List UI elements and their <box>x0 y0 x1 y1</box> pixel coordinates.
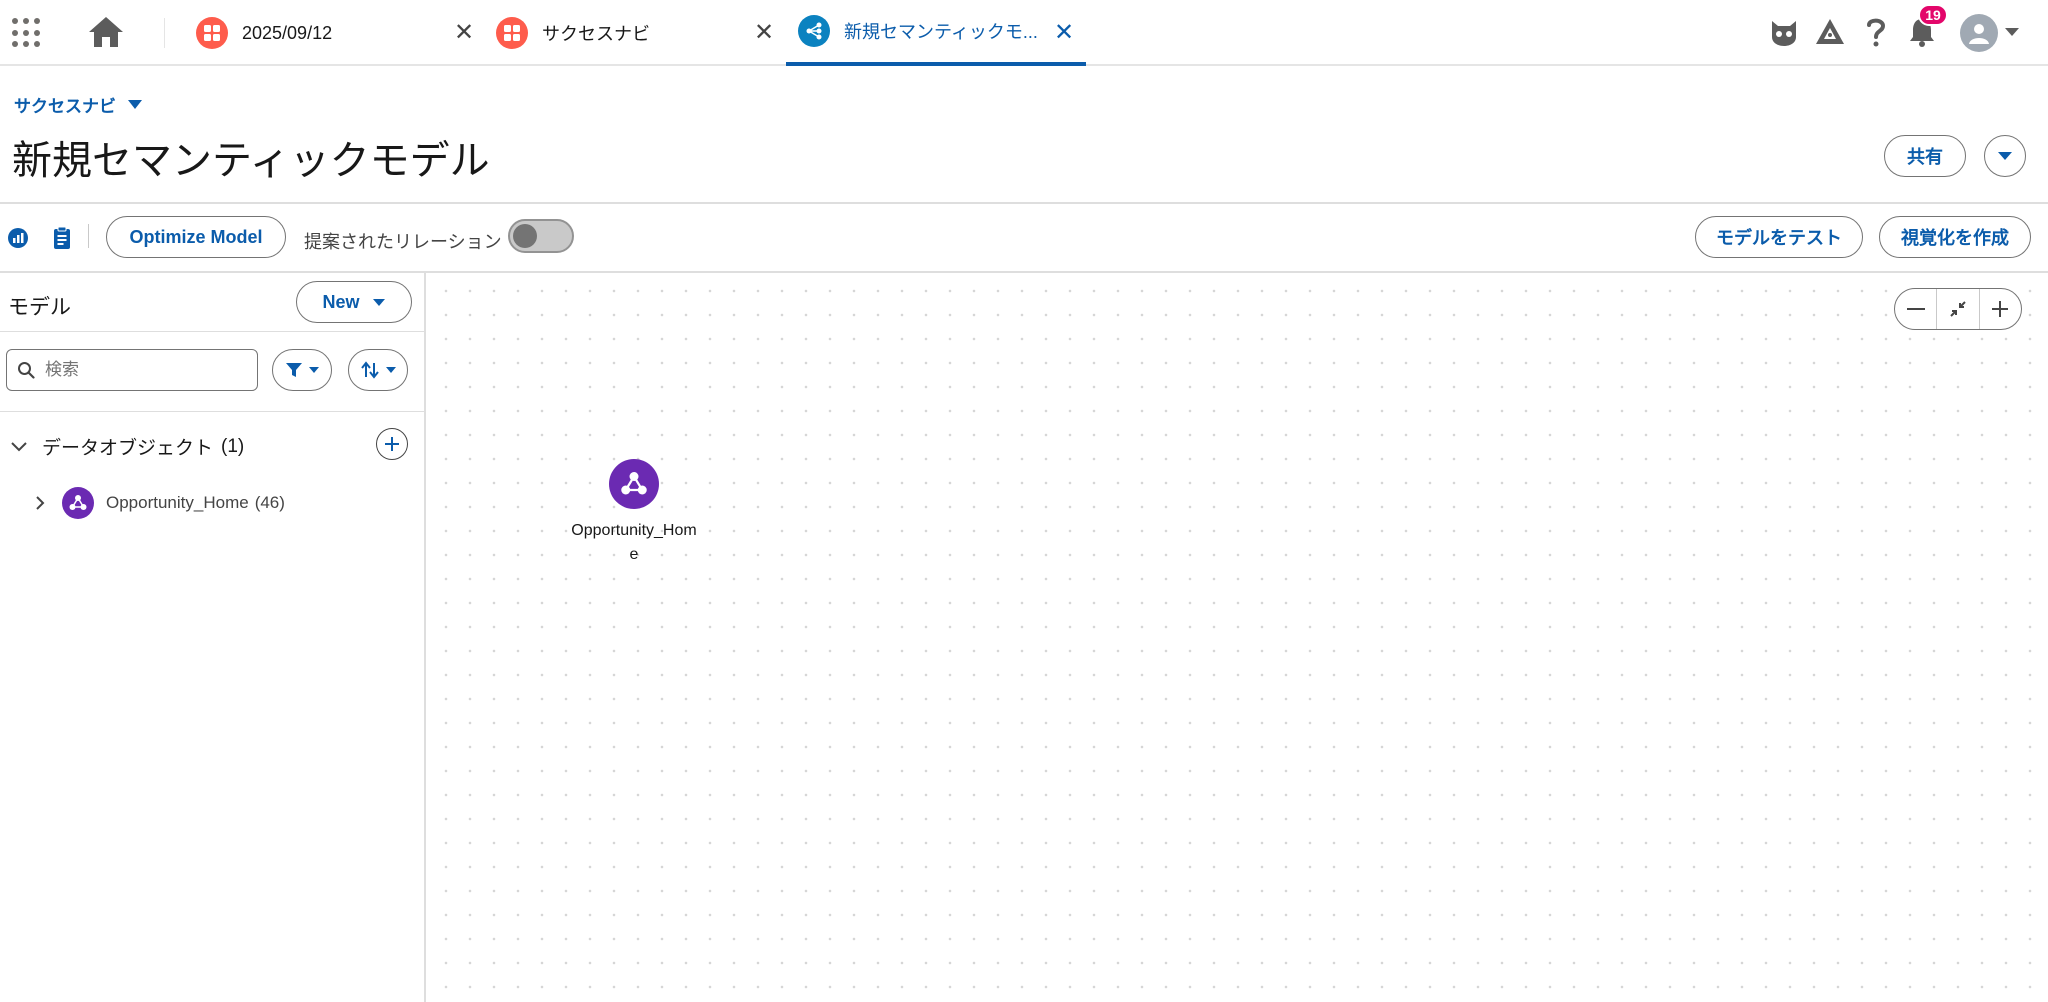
semantic-model-icon <box>798 15 830 47</box>
header-divider <box>0 202 2048 204</box>
section-label: データオブジェクト <box>42 438 214 459</box>
search-icon <box>18 362 35 379</box>
model-panel: モデル New データオブジェクト (1) Opportunity_Home (… <box>0 273 426 1002</box>
zoom-in-button[interactable] <box>1980 289 2021 329</box>
caret-down-icon <box>309 367 319 373</box>
help-icon[interactable] <box>1858 14 1894 50</box>
model-canvas[interactable]: Opportunity_Home <box>428 273 2048 1002</box>
more-actions-button[interactable] <box>1984 135 2026 177</box>
tree-item-opportunity-home[interactable]: Opportunity_Home (46) <box>34 487 285 519</box>
new-button-label: New <box>322 291 360 312</box>
tab-divider <box>164 18 165 48</box>
caret-down-icon <box>1998 152 2012 160</box>
suggested-relations-label: 提案されたリレーション <box>304 232 502 252</box>
toggle-knob <box>513 224 537 248</box>
home-icon[interactable] <box>86 14 126 50</box>
close-icon[interactable]: ✕ <box>1054 18 1074 47</box>
tab-success-navi[interactable]: サクセスナビ ✕ <box>496 0 780 66</box>
filter-icon <box>286 363 302 377</box>
data-objects-section-header[interactable]: データオブジェクト (1) <box>10 433 244 460</box>
fit-to-view-button[interactable] <box>1937 289 1980 329</box>
caret-down-icon <box>386 367 396 373</box>
agent-icon[interactable] <box>1766 14 1802 50</box>
toolbar-divider <box>88 224 89 248</box>
search-field[interactable] <box>6 349 258 391</box>
tab-label: 新規セマンティックモ... <box>844 22 1038 42</box>
close-icon[interactable]: ✕ <box>754 18 774 47</box>
create-visualization-button[interactable]: 視覚化を作成 <box>1879 216 2031 258</box>
share-button[interactable]: 共有 <box>1884 135 1966 177</box>
page-title: 新規セマンティックモデル <box>12 138 490 184</box>
sort-button[interactable] <box>348 349 408 391</box>
zoom-out-button[interactable] <box>1895 289 1938 329</box>
panel-divider <box>0 411 426 412</box>
plus-icon <box>385 437 399 451</box>
clipboard-icon[interactable] <box>50 226 74 250</box>
panel-title: モデル <box>8 296 71 319</box>
app-launcher-icon[interactable] <box>10 16 44 50</box>
notification-badge: 19 <box>1918 4 1948 26</box>
panel-divider <box>0 331 426 332</box>
chevron-right-icon[interactable] <box>34 494 46 512</box>
plus-icon <box>1992 301 2009 317</box>
close-icon[interactable]: ✕ <box>454 18 474 47</box>
tab-label: 2025/09/12 <box>242 22 333 43</box>
add-data-object-button[interactable] <box>376 428 408 460</box>
minus-icon <box>1906 308 1925 310</box>
data-object-icon <box>609 459 659 509</box>
dashboard-icon <box>496 17 528 49</box>
chart-icon[interactable] <box>6 226 30 250</box>
tree-item-count: (46) <box>254 493 285 512</box>
tab-semantic-model[interactable]: 新規セマンティックモ... ✕ <box>786 0 1086 66</box>
tree-item-label: Opportunity_Home <box>106 493 249 512</box>
test-model-button[interactable]: モデルをテスト <box>1695 216 1863 258</box>
caret-down-icon <box>372 298 385 306</box>
caret-down-icon <box>128 100 142 109</box>
section-count: (1) <box>221 435 245 457</box>
tab-bar: 2025/09/12 ✕ サクセスナビ ✕ 新規セマンティックモ... ✕ 19 <box>0 0 2048 66</box>
chevron-down-icon[interactable] <box>2000 14 2024 50</box>
data-object-icon <box>62 487 94 519</box>
breadcrumb[interactable]: サクセスナビ <box>14 92 142 117</box>
tab-2025-09-12[interactable]: 2025/09/12 ✕ <box>196 0 480 66</box>
suggested-relations-toggle[interactable] <box>508 219 574 253</box>
optimize-model-button[interactable]: Optimize Model <box>106 216 286 258</box>
zoom-controls <box>1894 288 2022 330</box>
search-input[interactable] <box>45 360 235 380</box>
data-object-node[interactable]: Opportunity_Home <box>564 459 704 567</box>
tab-label: サクセスナビ <box>542 24 650 44</box>
trailhead-icon[interactable] <box>1812 14 1848 50</box>
new-button[interactable]: New <box>296 281 412 323</box>
sort-icon <box>361 361 379 379</box>
dashboard-icon <box>196 17 228 49</box>
filter-button[interactable] <box>272 349 332 391</box>
shrink-icon <box>1950 301 1966 317</box>
avatar[interactable] <box>1960 14 1998 52</box>
node-label: Opportunity_Home <box>571 522 697 563</box>
breadcrumb-label: サクセスナビ <box>14 97 116 116</box>
chevron-down-icon <box>11 441 27 451</box>
